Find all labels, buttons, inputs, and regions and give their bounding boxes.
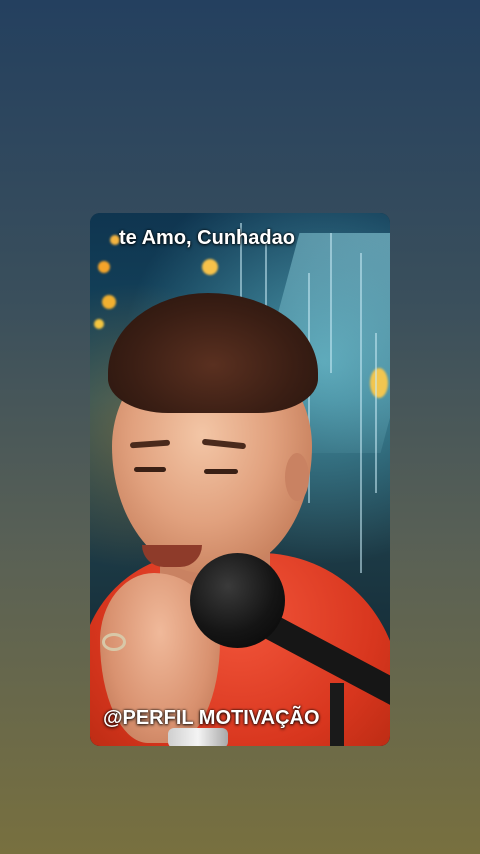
microphone-icon [190,553,285,648]
right-eye [204,469,238,474]
video-caption: te Amo, Cunhadao [119,227,295,249]
rain-streak [330,233,332,373]
bokeh-light [202,259,218,275]
video-frame[interactable]: te Amo, Cunhadao @PERFIL MOTIVAÇÃO [90,213,390,746]
rain-streak [360,253,362,573]
ring [102,633,126,651]
microphone-stand [330,683,344,746]
bokeh-light [370,368,388,398]
bokeh-light [98,261,110,273]
rain-streak [375,333,377,493]
left-eye [134,467,166,472]
ear [285,453,309,501]
wristwatch [168,728,228,746]
bokeh-light [94,319,104,329]
watermark-handle: @PERFIL MOTIVAÇÃO [103,707,320,729]
bokeh-light [102,295,116,309]
